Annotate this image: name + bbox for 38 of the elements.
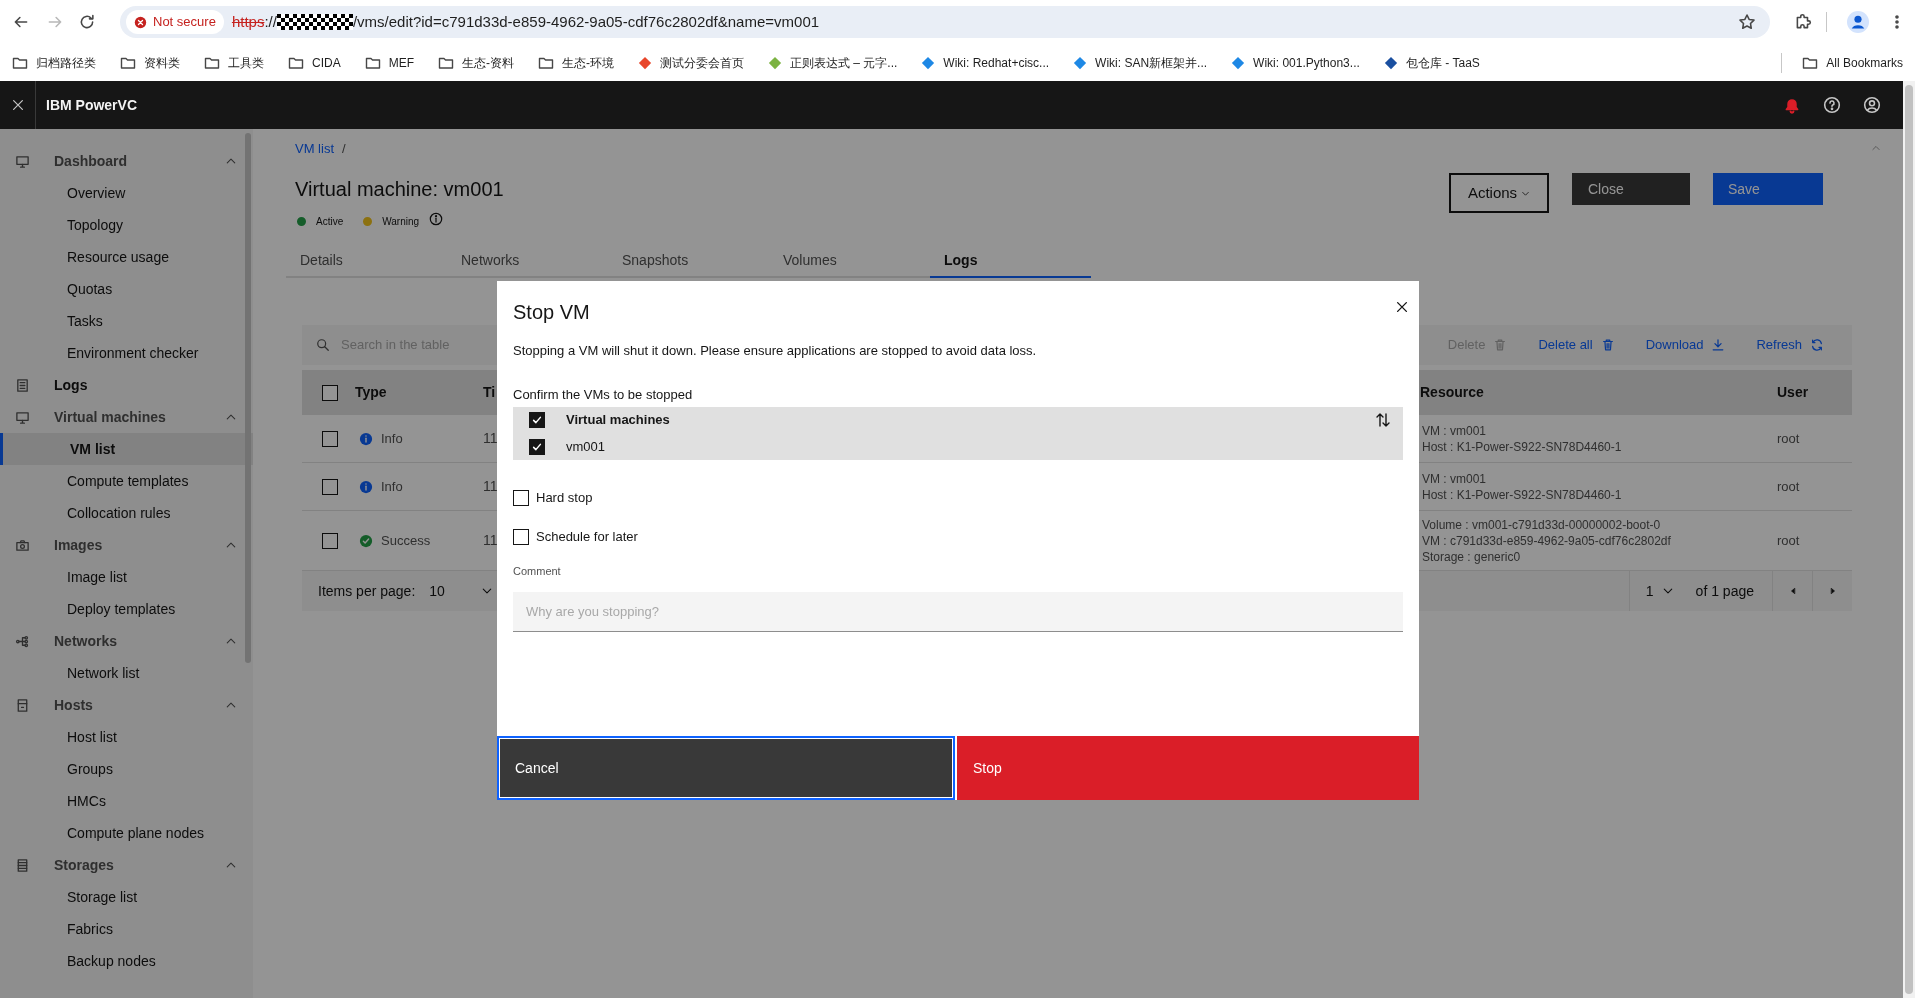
table-cell-text: Host : K1-Power-S922-SN78D4460-1 <box>1422 486 1623 503</box>
column-header: Ti <box>483 384 496 400</box>
table-cell: 11 <box>483 478 498 494</box>
table-cell: root <box>1777 478 1800 494</box>
table-cell-text: Success <box>381 531 431 550</box>
status-label: Warning <box>382 214 420 229</box>
table-cell-text: VM : c791d33d-e859-4962-9a05-cdf76c2802df <box>1422 532 1672 549</box>
table-cell: root <box>1777 532 1800 548</box>
table-cell-text: Info <box>381 429 403 448</box>
items-per-page-label: Items per page: <box>318 581 416 601</box>
table-cell: 11 <box>483 430 498 446</box>
status-label: Active <box>316 214 344 229</box>
dialog-description: Stopping a VM will shut it down. Please ensure applications are stopped to avoid data loss. <box>513 342 1038 360</box>
app-title: IBM PowerVC <box>46 95 137 115</box>
table-cell: root <box>1777 430 1800 446</box>
page-title: Virtual machine: vm001 <box>295 177 504 202</box>
table-cell-text: VM : vm001 <box>1422 470 1488 487</box>
column-header: User <box>1777 384 1809 400</box>
url-scheme: https <box>231 11 265 32</box>
column-header: Resource <box>1420 384 1484 400</box>
page-count-label: of 1 page <box>1694 582 1755 601</box>
table-cell-text: Host : K1-Power-S922-SN78D4460-1 <box>1422 438 1623 455</box>
table-cell-text: VM : vm001 <box>1422 422 1488 439</box>
column-header: Type <box>355 384 387 400</box>
column-header: Virtual machines <box>566 411 670 430</box>
table-cell-text: Volume : vm001-c791d33d-00000002-boot-0 <box>1422 516 1662 533</box>
url-path: /vms/edit?id=c791d33d-e859-4962-9a05-cdf76c2802df&name=vm001 <box>352 11 820 32</box>
table-cell-text: vm001 <box>566 437 606 456</box>
dialog-title: Stop VM <box>513 300 590 325</box>
checkbox-label: Hard stop <box>536 489 593 508</box>
checkbox-label: Schedule for later <box>536 528 638 547</box>
field-label: Comment <box>513 564 562 579</box>
breadcrumb-separator: / <box>342 140 346 159</box>
table-cell-text: Storage : generic0 <box>1422 548 1522 565</box>
table-cell-text: Info <box>381 477 403 496</box>
table-cell: 11 <box>483 532 498 548</box>
field-label: Confirm the VMs to be stopped <box>513 386 694 404</box>
url-separator: :// <box>264 11 277 32</box>
